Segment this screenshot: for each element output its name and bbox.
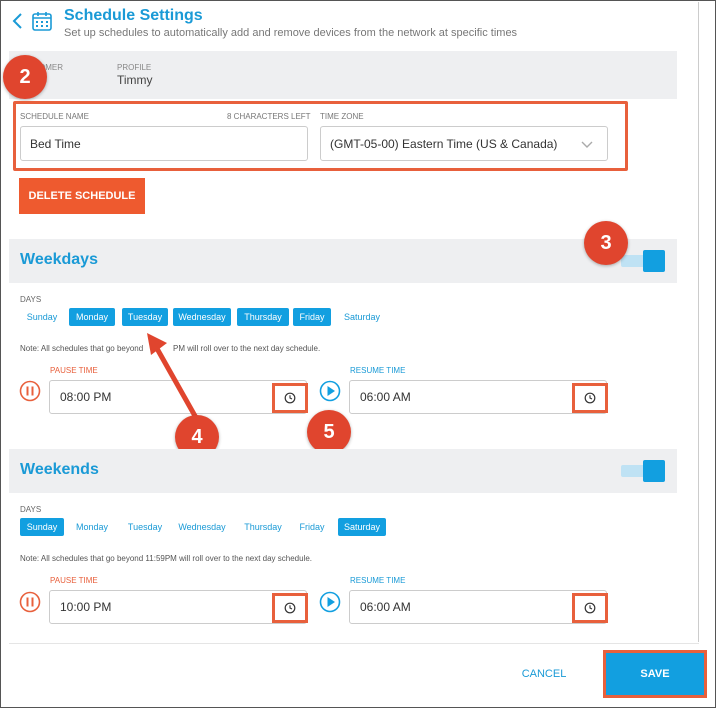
pause-icon	[19, 380, 41, 402]
weekends-pause-clock-button[interactable]	[272, 593, 308, 623]
day-monday[interactable]: Monday	[69, 308, 115, 326]
cancel-button[interactable]: CANCEL	[511, 663, 577, 685]
schedule-settings-panel: Schedule Settings Set up schedules to au…	[0, 0, 716, 708]
page-subtitle: Set up schedules to automatically add an…	[64, 27, 518, 39]
play-icon	[319, 380, 341, 402]
day-sunday[interactable]: Sunday	[20, 518, 64, 536]
weekdays-pause-label: PAUSE TIME	[50, 366, 98, 375]
weekends-pause-label: PAUSE TIME	[50, 576, 98, 585]
day-thursday[interactable]: Thursday	[237, 518, 289, 536]
weekends-title: Weekends	[20, 461, 99, 478]
weekends-toggle[interactable]	[621, 460, 665, 482]
customer-profile-band: OMER e PROFILE Timmy	[9, 51, 677, 99]
weekends-note: Note: All schedules that go beyond 11:59…	[20, 554, 313, 563]
callout-3: 3	[584, 221, 628, 265]
characters-left: 8 CHARACTERS LEFT	[227, 112, 311, 121]
day-monday[interactable]: Monday	[69, 518, 115, 536]
footer-divider	[9, 643, 699, 644]
callout-5: 5	[307, 410, 351, 454]
day-friday[interactable]: Friday	[293, 518, 331, 536]
day-sunday[interactable]: Sunday	[20, 308, 64, 326]
clock-icon	[284, 392, 296, 404]
back-chevron-icon[interactable]	[11, 11, 25, 31]
day-saturday[interactable]: Saturday	[338, 518, 386, 536]
weekends-header: Weekends	[9, 449, 677, 493]
calendar-icon	[32, 12, 52, 31]
day-wednesday[interactable]: Wednesday	[173, 518, 231, 536]
weekends-days-label: DAYS	[20, 505, 42, 514]
pause-icon	[19, 591, 41, 613]
day-tuesday[interactable]: Tuesday	[122, 518, 168, 536]
weekdays-resume-time-input[interactable]: 06:00 AM	[349, 380, 607, 414]
weekdays-resume-clock-button[interactable]	[572, 383, 608, 413]
chevron-down-icon	[581, 141, 593, 148]
weekends-pause-time-input[interactable]: 10:00 PM	[49, 590, 307, 624]
timezone-label: TIME ZONE	[320, 112, 364, 121]
weekdays-resume-label: RESUME TIME	[350, 366, 406, 375]
weekdays-toggle[interactable]	[621, 250, 665, 272]
day-friday[interactable]: Friday	[293, 308, 331, 326]
weekends-resume-label: RESUME TIME	[350, 576, 406, 585]
play-icon	[319, 591, 341, 613]
clock-icon	[584, 602, 596, 614]
day-saturday[interactable]: Saturday	[338, 308, 386, 326]
weekdays-days-label: DAYS	[20, 295, 42, 304]
weekends-resume-clock-button[interactable]	[572, 593, 608, 623]
profile-value: Timmy	[117, 73, 153, 87]
timezone-value: (GMT-05-00) Eastern Time (US & Canada)	[330, 136, 558, 151]
weekends-resume-time-input[interactable]: 06:00 AM	[349, 590, 607, 624]
scrollbar[interactable]	[698, 2, 699, 642]
clock-icon	[584, 392, 596, 404]
page-title: Schedule Settings	[64, 7, 203, 24]
schedule-name-label: SCHEDULE NAME	[20, 112, 89, 121]
timezone-select[interactable]: (GMT-05-00) Eastern Time (US & Canada)	[320, 126, 608, 161]
weekdays-pause-clock-button[interactable]	[272, 383, 308, 413]
day-tuesday[interactable]: Tuesday	[122, 308, 168, 326]
profile-label: PROFILE	[117, 63, 152, 72]
weekdays-note-start: Note: All schedules that go beyond	[20, 344, 144, 353]
weekdays-header: Weekdays	[9, 239, 677, 283]
delete-schedule-button[interactable]: DELETE SCHEDULE	[19, 178, 145, 214]
day-wednesday[interactable]: Wednesday	[173, 308, 231, 326]
clock-icon	[284, 602, 296, 614]
save-button[interactable]: SAVE	[603, 650, 707, 698]
callout-2: 2	[3, 55, 47, 99]
weekdays-title: Weekdays	[20, 251, 98, 268]
callout-arrow	[147, 333, 202, 425]
day-thursday[interactable]: Thursday	[237, 308, 289, 326]
schedule-name-input[interactable]: Bed Time	[20, 126, 308, 161]
